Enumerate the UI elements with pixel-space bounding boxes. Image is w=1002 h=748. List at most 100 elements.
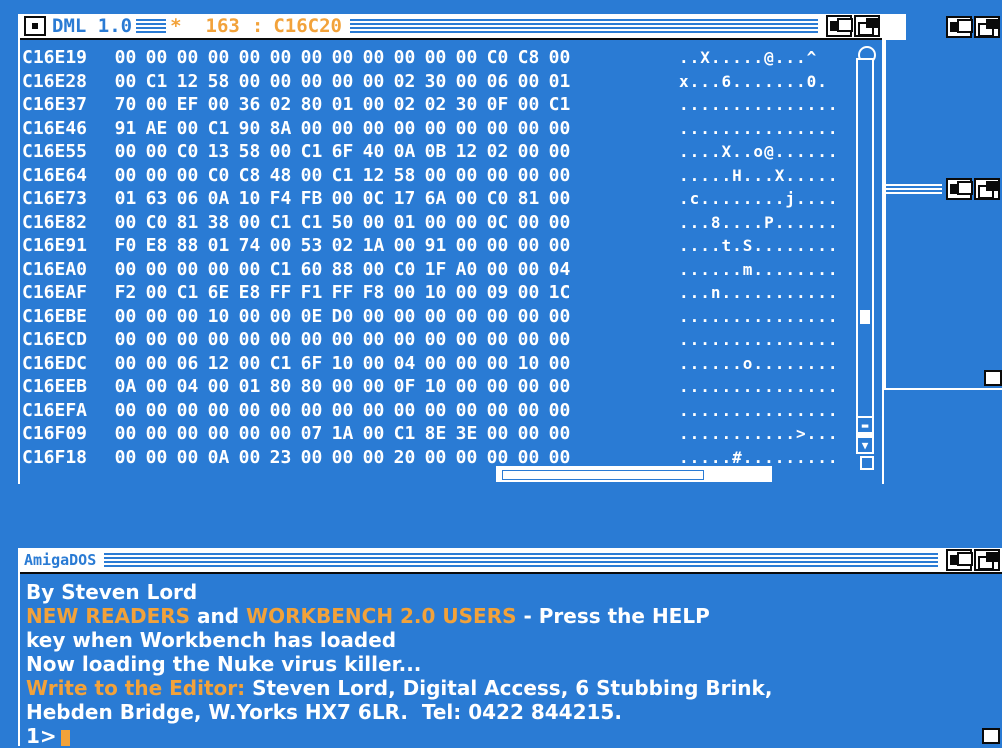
hex-byte[interactable]: 91 bbox=[420, 235, 451, 256]
hex-byte[interactable]: 00 bbox=[296, 47, 327, 68]
hex-byte[interactable]: 0A bbox=[110, 376, 141, 397]
hex-byte[interactable]: 00 bbox=[110, 353, 141, 374]
hex-byte[interactable]: F1 bbox=[296, 282, 327, 303]
hex-byte[interactable]: 20 bbox=[389, 447, 420, 468]
hex-byte[interactable]: 00 bbox=[141, 47, 172, 68]
hex-byte[interactable]: 00 bbox=[327, 188, 358, 209]
hex-byte[interactable]: 00 bbox=[451, 212, 482, 233]
hex-byte[interactable]: 00 bbox=[327, 329, 358, 350]
hex-byte[interactable]: 10 bbox=[327, 353, 358, 374]
hex-byte[interactable]: 00 bbox=[265, 141, 296, 162]
hex-byte[interactable]: C8 bbox=[234, 165, 265, 186]
hex-byte[interactable]: 00 bbox=[327, 118, 358, 139]
hex-byte[interactable]: 00 bbox=[110, 141, 141, 162]
hex-byte[interactable]: 00 bbox=[358, 353, 389, 374]
hex-byte[interactable]: 00 bbox=[141, 94, 172, 115]
hex-byte[interactable]: 00 bbox=[420, 353, 451, 374]
hex-byte[interactable]: 00 bbox=[482, 118, 513, 139]
hex-byte[interactable]: 88 bbox=[327, 259, 358, 280]
hex-row[interactable]: C16F09 00 00 00 00 00 00 07 1A 00 C1 8E 3E 00 00 00....… bbox=[22, 422, 856, 446]
hex-byte[interactable]: 01 bbox=[389, 212, 420, 233]
hex-byte[interactable]: 00 bbox=[141, 259, 172, 280]
hex-byte[interactable]: 00 bbox=[296, 118, 327, 139]
hex-byte[interactable]: 0A bbox=[203, 188, 234, 209]
hex-byte[interactable]: 00 bbox=[203, 259, 234, 280]
hex-byte[interactable]: 00 bbox=[110, 47, 141, 68]
h-scroll-knob[interactable] bbox=[502, 470, 704, 480]
hex-byte[interactable]: 04 bbox=[544, 259, 575, 280]
hex-byte[interactable]: A0 bbox=[451, 259, 482, 280]
hex-byte[interactable]: 58 bbox=[389, 165, 420, 186]
hex-byte[interactable]: 00 bbox=[234, 423, 265, 444]
hex-byte[interactable]: 00 bbox=[265, 47, 296, 68]
hex-byte[interactable]: 0F bbox=[482, 94, 513, 115]
hex-byte[interactable]: 0A bbox=[203, 447, 234, 468]
hex-byte[interactable]: C1 bbox=[203, 118, 234, 139]
hex-byte[interactable]: 02 bbox=[389, 71, 420, 92]
hex-byte[interactable]: FB bbox=[296, 188, 327, 209]
hex-byte[interactable]: 00 bbox=[544, 165, 575, 186]
hex-byte[interactable]: 6F bbox=[327, 141, 358, 162]
hex-byte[interactable]: 00 bbox=[234, 447, 265, 468]
hex-row[interactable]: C16EAF F2 00 C1 6E E8 FF F1 FF F8 00 10 00 09 00 1C ...n… bbox=[22, 281, 856, 305]
hex-byte[interactable]: 60 bbox=[296, 259, 327, 280]
hex-byte[interactable]: 00 bbox=[110, 423, 141, 444]
hex-row[interactable]: C16E19 00 00 00 00 00 00 00 00 00 00 00 00 C0 C8 00 ..X.… bbox=[22, 46, 856, 70]
hex-byte[interactable]: 6A bbox=[420, 188, 451, 209]
hex-byte[interactable]: F0 bbox=[110, 235, 141, 256]
hex-byte[interactable]: 01 bbox=[203, 235, 234, 256]
hex-byte[interactable]: 58 bbox=[203, 71, 234, 92]
hex-byte[interactable]: 00 bbox=[544, 118, 575, 139]
hex-byte[interactable]: 01 bbox=[110, 188, 141, 209]
hex-byte[interactable]: 1C bbox=[544, 282, 575, 303]
hex-byte[interactable]: 00 bbox=[451, 118, 482, 139]
hex-byte[interactable]: 1A bbox=[358, 235, 389, 256]
hex-byte[interactable]: 00 bbox=[451, 376, 482, 397]
hex-byte[interactable]: 00 bbox=[451, 329, 482, 350]
hex-byte[interactable]: 12 bbox=[203, 353, 234, 374]
hex-byte[interactable]: 00 bbox=[451, 47, 482, 68]
shell-prompt-line[interactable]: 1> bbox=[26, 724, 986, 748]
hex-byte[interactable]: C0 bbox=[141, 212, 172, 233]
hex-byte[interactable]: 00 bbox=[358, 212, 389, 233]
hex-byte[interactable]: 00 bbox=[110, 259, 141, 280]
hex-byte[interactable]: 8A bbox=[265, 118, 296, 139]
hex-byte[interactable]: 00 bbox=[234, 353, 265, 374]
hex-row[interactable]: C16E91 F0 E8 88 01 74 00 53 02 1A 00 91 00 00 00 00....… bbox=[22, 234, 856, 258]
hex-byte[interactable]: C1 bbox=[327, 165, 358, 186]
hex-byte[interactable]: D0 bbox=[327, 306, 358, 327]
hex-byte[interactable]: 00 bbox=[482, 306, 513, 327]
hex-byte[interactable]: 1A bbox=[327, 423, 358, 444]
hex-byte[interactable]: 80 bbox=[296, 376, 327, 397]
hex-byte[interactable]: 00 bbox=[110, 71, 141, 92]
hex-byte[interactable]: 63 bbox=[141, 188, 172, 209]
resize-icon[interactable] bbox=[982, 728, 1000, 744]
hex-byte[interactable]: 53 bbox=[296, 235, 327, 256]
hex-byte[interactable]: 00 bbox=[513, 71, 544, 92]
hex-byte[interactable]: 00 bbox=[203, 47, 234, 68]
hex-byte[interactable]: 70 bbox=[110, 94, 141, 115]
hex-byte[interactable]: 81 bbox=[172, 212, 203, 233]
hex-row[interactable]: C16E37 70 00 EF 00 36 02 80 01 00 02 02 30 0F 00 C1....… bbox=[22, 93, 856, 117]
hex-byte[interactable]: 00 bbox=[296, 400, 327, 421]
background-titlebar-2[interactable] bbox=[886, 176, 1002, 202]
hex-byte[interactable]: 00 bbox=[389, 235, 420, 256]
hex-byte[interactable]: 00 bbox=[513, 447, 544, 468]
hex-byte[interactable]: 00 bbox=[327, 47, 358, 68]
hex-byte[interactable]: 13 bbox=[203, 141, 234, 162]
hex-byte[interactable]: 00 bbox=[296, 71, 327, 92]
hex-byte[interactable]: 00 bbox=[544, 306, 575, 327]
hex-byte[interactable]: C0 bbox=[172, 141, 203, 162]
hex-byte[interactable]: C1 bbox=[544, 94, 575, 115]
hex-byte[interactable]: 00 bbox=[451, 282, 482, 303]
hex-byte[interactable]: 40 bbox=[358, 141, 389, 162]
hex-byte[interactable]: 00 bbox=[265, 71, 296, 92]
hex-byte[interactable]: 00 bbox=[234, 329, 265, 350]
hex-byte[interactable]: 88 bbox=[172, 235, 203, 256]
hex-byte[interactable]: 12 bbox=[172, 71, 203, 92]
hex-row[interactable]: C16E73 01 63 06 0A 10 F4 FB 00 0C 17 6A 00 C0 81 00 .c..… bbox=[22, 187, 856, 211]
hex-byte[interactable]: 00 bbox=[482, 165, 513, 186]
hex-byte[interactable]: 00 bbox=[389, 306, 420, 327]
hex-byte[interactable]: 6F bbox=[296, 353, 327, 374]
hex-byte[interactable]: 00 bbox=[544, 47, 575, 68]
